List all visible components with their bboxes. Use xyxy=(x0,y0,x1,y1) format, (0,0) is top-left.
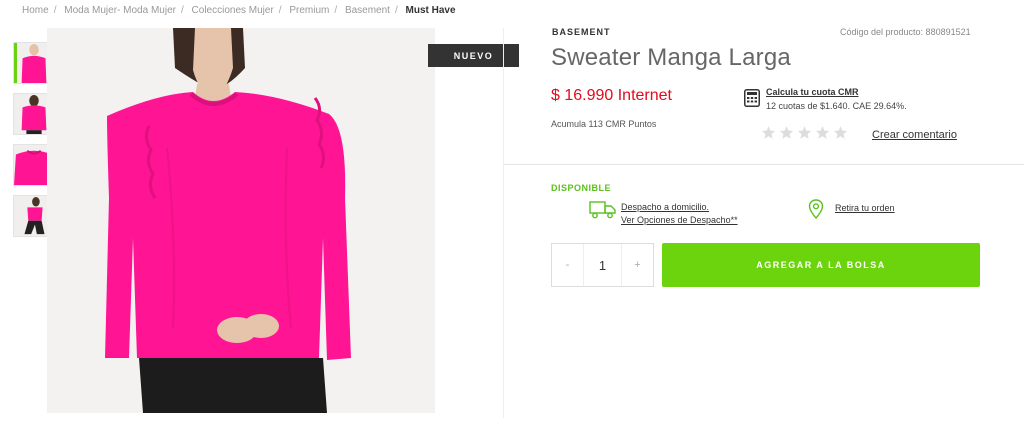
store-pickup-link[interactable]: Retira tu orden xyxy=(835,203,895,213)
product-title: Sweater Manga Larga xyxy=(551,44,791,71)
cmr-points: Acumula 113 CMR Puntos xyxy=(551,119,657,129)
breadcrumb-current: Must Have xyxy=(405,5,456,16)
section-divider xyxy=(504,164,1024,165)
cmr-calculator-link[interactable]: Calcula tu cuota CMR xyxy=(766,87,859,97)
breadcrumb-separator: / xyxy=(278,5,282,16)
increase-quantity-button[interactable]: + xyxy=(622,244,653,286)
truck-icon xyxy=(589,201,616,219)
breadcrumb-premium[interactable]: Premium xyxy=(289,5,329,16)
decrease-quantity-button[interactable]: - xyxy=(552,244,583,286)
quantity-input[interactable]: 1 xyxy=(583,244,622,286)
breadcrumb-separator: / xyxy=(180,5,184,16)
breadcrumb-moda-mujer[interactable]: Moda Mujer- Moda Mujer xyxy=(64,5,176,16)
create-comment-link[interactable]: Crear comentario xyxy=(872,129,957,141)
brand-name[interactable]: BASEMENT xyxy=(552,27,611,37)
star-icon[interactable] xyxy=(779,125,794,140)
breadcrumb-basement[interactable]: Basement xyxy=(345,5,390,16)
breadcrumb: Home / Moda Mujer- Moda Mujer / Coleccione… xyxy=(22,5,456,16)
rating-stars[interactable] xyxy=(761,125,848,140)
breadcrumb-home[interactable]: Home xyxy=(22,5,49,16)
star-icon[interactable] xyxy=(797,125,812,140)
breadcrumb-separator: / xyxy=(394,5,398,16)
product-code: Código del producto: 880891521 xyxy=(840,27,971,37)
delivery-options-link[interactable]: Ver Opciones de Despacho** xyxy=(621,215,738,225)
column-divider xyxy=(503,28,504,418)
cmr-installments: 12 cuotas de $1.640. CAE 29.64%. xyxy=(766,101,907,111)
breadcrumb-colecciones-mujer[interactable]: Colecciones Mujer xyxy=(192,5,274,16)
add-to-bag-button[interactable]: AGREGAR A LA BOLSA xyxy=(662,243,980,287)
star-icon[interactable] xyxy=(833,125,848,140)
breadcrumb-separator: / xyxy=(53,5,57,16)
home-delivery-link[interactable]: Despacho a domicilio. xyxy=(621,202,709,212)
price: $ 16.990 Internet xyxy=(551,87,672,104)
star-icon[interactable] xyxy=(815,125,830,140)
breadcrumb-separator: / xyxy=(334,5,338,16)
new-badge: NUEVO xyxy=(428,44,519,67)
calculator-icon xyxy=(744,89,760,107)
availability-status: DISPONIBLE xyxy=(551,183,612,193)
location-pin-icon xyxy=(808,199,824,219)
star-icon[interactable] xyxy=(761,125,776,140)
main-product-image[interactable] xyxy=(47,28,435,413)
quantity-stepper: - 1 + xyxy=(551,243,654,287)
